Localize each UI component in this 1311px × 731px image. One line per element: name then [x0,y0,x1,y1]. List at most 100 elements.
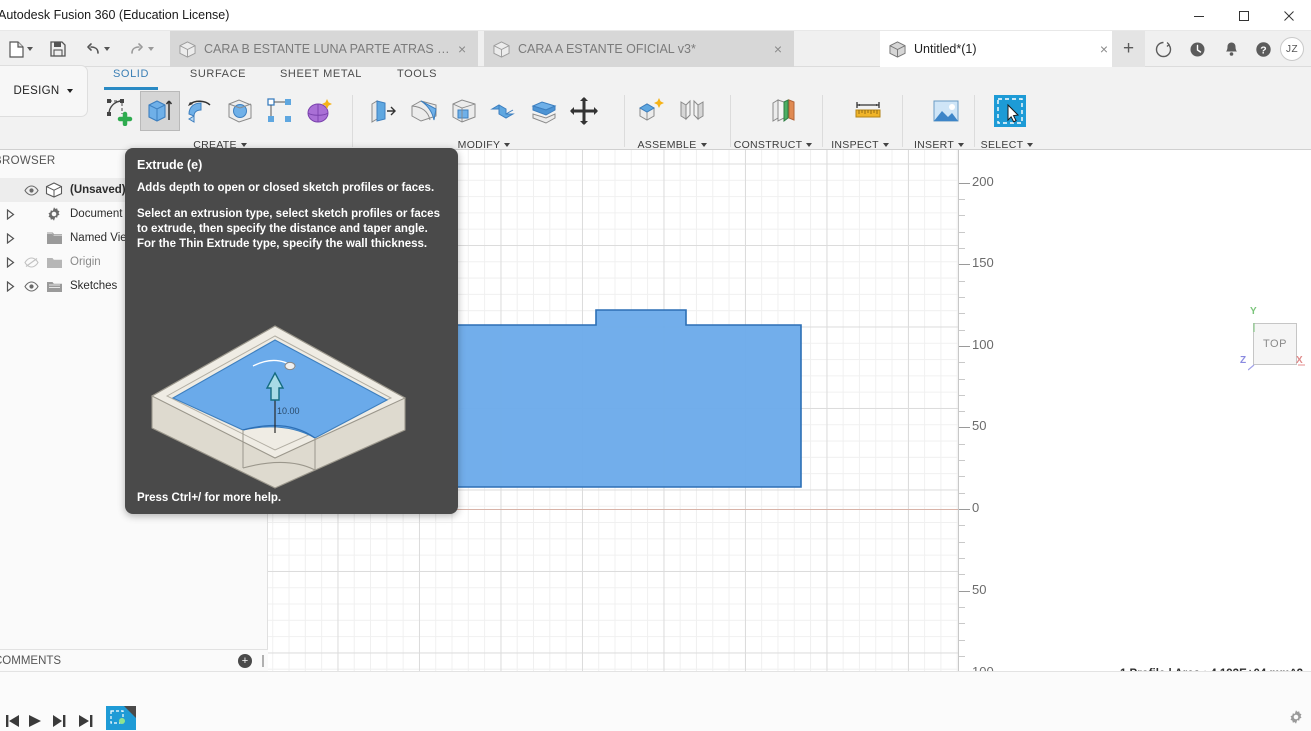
document-cube-icon [889,40,906,58]
select-icon[interactable] [990,91,1030,131]
eye-icon[interactable] [20,280,42,292]
browser-header-label: BROWSER [0,155,56,167]
ribbon-group-construct: CONSTRUCT [734,91,813,151]
document-tab-label: CARA A ESTANTE OFICIAL v3* [518,42,696,56]
panel-resize-grip[interactable] [262,655,264,667]
ruler-tick-minor [959,248,965,249]
sketch-folder-icon [42,279,66,293]
expand-arrow-icon[interactable] [0,256,20,268]
job-status-icon[interactable] [1146,31,1180,67]
fillet-icon[interactable] [404,91,444,131]
chevron-down-icon [806,143,813,147]
eye-off-icon[interactable] [20,256,42,268]
pattern-icon[interactable] [260,91,300,131]
ruler-tick [959,509,970,510]
comments-panel-header[interactable]: COMMENTS + [0,649,268,672]
recent-documents-icon[interactable] [1180,31,1214,67]
tab-solid-label: SOLID [112,68,149,80]
extrude-command-tooltip: Extrude (e) Adds depth to open or closed… [125,148,458,514]
revolve-icon[interactable] [180,91,220,131]
save-button[interactable] [46,37,70,61]
workspace-label: DESIGN [13,85,60,97]
timeline-go-to-end-button[interactable] [74,711,96,731]
ruler-tick-minor [959,199,965,200]
eye-icon[interactable] [20,184,42,196]
expand-arrow-icon[interactable] [0,280,20,292]
create-sketch-icon[interactable] [100,91,140,131]
window-minimize-button[interactable] [1176,0,1221,31]
sweep-icon[interactable] [220,91,260,131]
workspace-switcher[interactable]: DESIGN [0,65,88,117]
new-component-icon[interactable] [632,91,672,131]
avatar[interactable]: JZ [1280,37,1304,61]
ruler-tick-minor [959,574,965,575]
ruler-tick-minor [959,379,965,380]
window-maximize-button[interactable] [1221,0,1266,31]
split-face-icon[interactable] [524,91,564,131]
ribbon-group-inspect: INSPECT [831,91,889,151]
tab-tools[interactable]: TOOLS [388,68,446,86]
timeline-feature-sketch[interactable] [106,706,136,730]
ruler-tick [959,346,970,347]
insert-image-icon[interactable] [926,91,966,131]
folder-icon [42,255,66,269]
chevron-down-icon [67,89,74,93]
ruler-tick-minor [959,444,965,445]
browser-item-label: Sketches [70,280,118,292]
chevron-down-icon [27,47,33,51]
ribbon-group-insert: INSERT [912,91,966,151]
ruler-label: 100 [972,337,994,352]
ribbon-toolbar: DESIGN SOLID SURFACE SHEET METAL TOOLS C… [0,65,1311,151]
gear-icon [42,206,66,222]
redo-button[interactable] [124,37,158,61]
new-file-button[interactable] [4,37,38,61]
ruler-tick [959,427,970,428]
timeline-settings-gear-icon[interactable] [1285,706,1307,728]
ruler-label: 50 [972,582,987,597]
tab-solid[interactable]: SOLID [104,68,158,90]
document-tab-1[interactable]: CARA A ESTANTE OFICIAL v3* × [484,31,794,67]
add-comment-button[interactable]: + [238,654,252,668]
new-document-tab-button[interactable]: + [1112,31,1145,67]
expand-arrow-icon[interactable] [0,208,20,220]
document-cube-icon [179,40,196,58]
expand-arrow-icon[interactable] [0,232,20,244]
document-tab-close[interactable]: × [454,42,470,56]
press-pull-icon[interactable] [364,91,404,131]
tab-sheet-metal[interactable]: SHEET METAL [272,68,370,86]
axis-label-y: Y [1250,306,1257,317]
comments-label: COMMENTS [0,655,62,667]
document-tab-close[interactable]: × [770,42,786,56]
timeline-go-to-beginning-button[interactable] [2,711,24,731]
view-cube-axes [1248,323,1305,371]
combine-icon[interactable] [484,91,524,131]
document-tab-2-active[interactable]: Untitled*(1) × [880,31,1120,67]
document-tab-close[interactable]: × [1096,42,1112,56]
ribbon-separator [352,95,353,147]
bell-icon[interactable] [1214,31,1248,67]
ruler-tick-minor [959,623,965,624]
ruler-tick-minor [959,476,965,477]
extrude-icon[interactable] [140,91,180,131]
active-tab-underline [104,87,158,90]
offset-plane-icon[interactable] [764,91,804,131]
ruler-label: 150 [972,255,994,270]
move-copy-icon[interactable] [564,91,604,131]
tab-surface[interactable]: SURFACE [182,68,254,86]
create-form-icon[interactable] [300,91,340,131]
window-close-button[interactable] [1266,0,1311,31]
measure-icon[interactable] [848,91,888,131]
document-tab-0[interactable]: CARA B ESTANTE LUNA PARTE ATRAS v2* × [170,31,478,67]
shell-icon[interactable] [444,91,484,131]
axis-label-z: Z [1240,355,1247,366]
timeline-step-forward-button[interactable] [48,711,70,731]
browser-item-label: (Unsaved) [70,184,126,196]
timeline-play-button[interactable] [24,711,46,731]
document-tab-label: Untitled*(1) [914,42,977,56]
help-icon[interactable]: ? [1246,31,1280,67]
view-cube[interactable]: TOP Y X Z [1240,306,1305,371]
chevron-down-icon [103,47,110,51]
ruler-tick-minor [959,640,965,641]
joint-icon[interactable] [672,91,712,131]
undo-button[interactable] [80,37,114,61]
